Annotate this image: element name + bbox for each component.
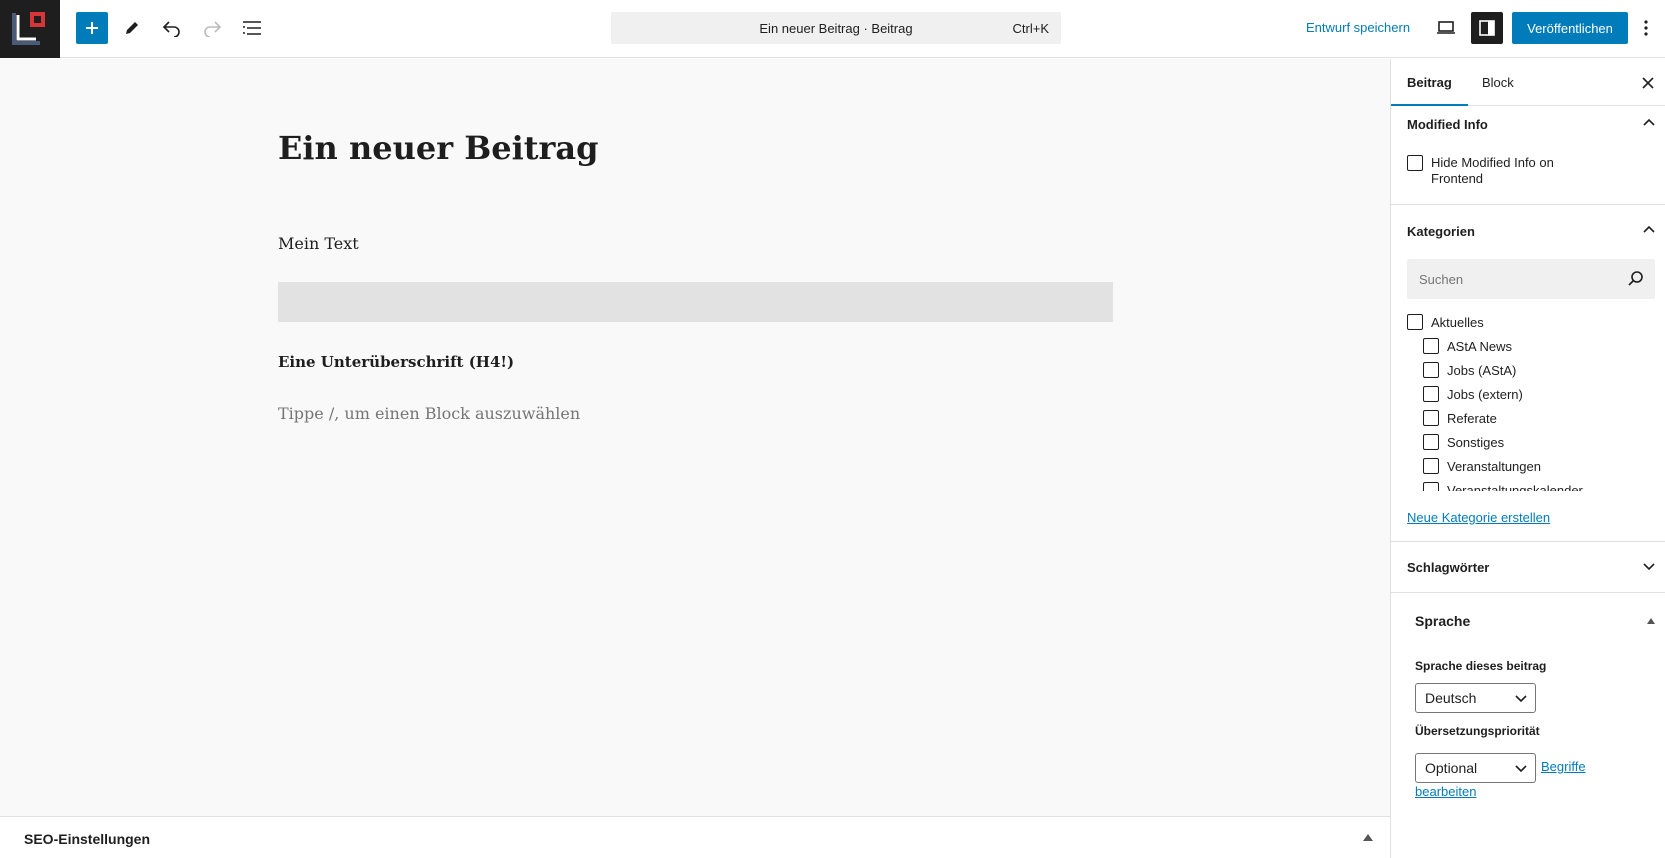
post-language-label: Sprache dieses beitrag [1415,659,1547,673]
category-checkbox[interactable] [1407,314,1423,330]
block-appender-placeholder[interactable]: Tippe /, um einen Block auszuwählen [278,404,580,423]
new-category-link[interactable]: Neue Kategorie erstellen [1407,510,1550,525]
category-label: Aktuelles [1431,315,1484,330]
category-checkbox[interactable] [1423,338,1439,354]
hide-modified-info-checkbox[interactable] [1407,155,1423,171]
list-item[interactable]: Jobs (AStA) [1391,359,1665,381]
category-search-input[interactable] [1407,259,1617,299]
category-checkbox[interactable] [1423,386,1439,402]
category-label: Veranstaltungen [1447,459,1541,474]
sidebar-icon [1479,20,1495,36]
save-draft-button[interactable]: Entwurf speichern [1296,12,1420,44]
divider [1391,592,1665,593]
list-item[interactable]: Referate [1391,407,1665,429]
chevron-up-icon [1643,225,1655,233]
redo-icon [204,21,222,37]
add-block-button[interactable] [76,12,108,44]
category-search [1407,259,1655,299]
divider [1391,541,1665,542]
category-list[interactable]: Aktuelles AStA News Jobs (AStA) Jobs (ex… [1391,311,1665,491]
site-logo-icon [10,9,50,49]
settings-toggle-button[interactable] [1471,12,1503,44]
tab-block[interactable]: Block [1466,59,1530,106]
document-overview-button[interactable] [236,12,268,44]
editor-canvas[interactable]: Ein neuer Beitrag Mein Text Eine Unterüb… [0,59,1390,816]
category-label: Referate [1447,411,1497,426]
close-icon [1642,77,1654,89]
list-item[interactable]: Veranstaltungskalender [1391,479,1665,491]
tags-title: Schlagwörter [1407,560,1490,575]
plus-icon [86,22,98,34]
category-label: Jobs (AStA) [1447,363,1517,378]
chevron-down-icon [1515,765,1527,773]
preview-button[interactable] [1430,12,1462,44]
modified-info-title: Modified Info [1407,117,1488,132]
tags-panel-header[interactable]: Schlagwörter [1391,549,1665,585]
chevron-down-icon [1643,563,1655,571]
category-checkbox[interactable] [1423,482,1439,491]
hide-modified-info-label-line1: Hide Modified Info on [1431,155,1554,170]
category-label: Jobs (extern) [1447,387,1523,402]
post-language-select[interactable]: Deutsch [1415,683,1536,713]
sidebar-tabs: Beitrag Block [1391,59,1665,106]
editor-header: Ein neuer Beitrag · Beitrag Ctrl+K Entwu… [0,0,1665,58]
undo-icon [162,21,180,37]
category-label: Sonstiges [1447,435,1505,450]
empty-block-placeholder[interactable] [278,282,1113,322]
categories-panel-header[interactable]: Kategorien [1391,213,1665,249]
seo-settings-label: SEO-Einstellungen [24,831,151,847]
language-panel-title[interactable]: Sprache [1415,613,1470,629]
triangle-up-icon[interactable] [1647,618,1655,624]
category-checkbox[interactable] [1423,410,1439,426]
seo-settings-panel[interactable]: SEO-Einstellungen [0,816,1390,858]
close-sidebar-button[interactable] [1638,73,1658,93]
category-label: Veranstaltungskalender [1447,483,1583,491]
translation-priority-label: Übersetzungspriorität [1415,724,1540,738]
category-label: AStA News [1447,339,1513,354]
options-button[interactable] [1632,12,1660,44]
paragraph-block[interactable]: Mein Text [278,234,359,253]
categories-title: Kategorien [1407,224,1475,239]
search-icon [1628,271,1643,286]
document-title: Ein neuer Beitrag · Beitrag [759,21,913,36]
tab-post[interactable]: Beitrag [1391,59,1468,106]
list-item[interactable]: Jobs (extern) [1391,383,1665,405]
keyboard-shortcut: Ctrl+K [1012,21,1049,36]
modified-info-panel-header[interactable]: Modified Info [1391,106,1665,142]
list-item[interactable]: AStA News [1391,335,1665,357]
list-item[interactable]: Veranstaltungen [1391,455,1665,477]
hide-modified-info-label-line2: Frontend [1431,171,1484,186]
chevron-down-icon [1515,695,1527,703]
triangle-up-icon[interactable] [1363,834,1373,841]
undo-button[interactable] [156,12,188,44]
redo-button[interactable] [196,12,228,44]
settings-sidebar: Beitrag Block Modified Info Hide Modifie… [1390,59,1665,858]
category-checkbox[interactable] [1423,362,1439,378]
translation-priority-select[interactable]: Optional [1415,753,1536,783]
tools-button[interactable] [116,12,148,44]
list-item[interactable]: Aktuelles [1391,311,1665,333]
chevron-up-icon [1643,118,1655,126]
edit-terms-link[interactable]: Begriffe [1541,759,1586,774]
site-logo[interactable] [0,0,60,58]
desktop-icon [1437,21,1455,34]
post-title[interactable]: Ein neuer Beitrag [278,129,599,167]
edit-terms-link-continued[interactable]: bearbeiten [1415,784,1476,799]
list-view-icon [243,21,261,35]
command-palette-bar[interactable]: Ein neuer Beitrag · Beitrag Ctrl+K [611,12,1061,44]
hide-modified-info-label: Hide Modified Info on Frontend [1431,155,1554,187]
publish-button[interactable]: Veröffentlichen [1512,12,1628,44]
translation-priority-value: Optional [1425,760,1478,776]
heading-block[interactable]: Eine Unterüberschrift (H4!) [278,353,514,371]
post-language-value: Deutsch [1425,690,1477,706]
list-item[interactable]: Sonstiges [1391,431,1665,453]
pencil-icon [126,22,138,34]
more-vertical-icon [1644,20,1648,36]
category-checkbox[interactable] [1423,434,1439,450]
category-checkbox[interactable] [1423,458,1439,474]
divider [1391,204,1665,205]
